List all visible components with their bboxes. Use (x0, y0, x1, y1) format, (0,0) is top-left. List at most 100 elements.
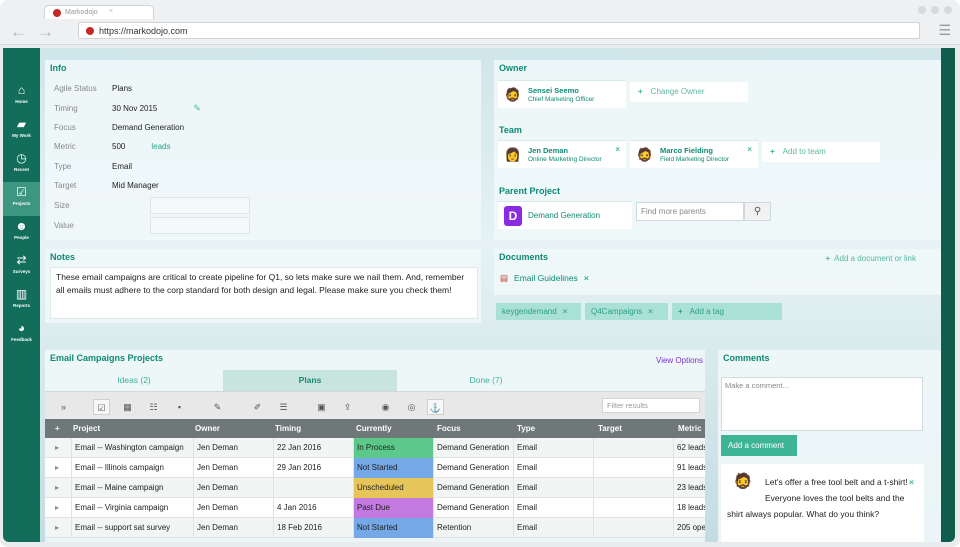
search-icon[interactable]: ⚲ (744, 202, 771, 221)
back-icon[interactable]: ← (10, 22, 27, 41)
tab-plans[interactable]: Plans (223, 370, 397, 391)
parent-project-card[interactable]: D Demand Generation (498, 201, 632, 229)
table-cell-timing[interactable]: 18 Feb 2016 (273, 518, 353, 538)
find-parents-input[interactable]: Find more parents (636, 202, 744, 221)
list-view-icon[interactable]: ☷ (145, 399, 162, 415)
metric-unit-link[interactable]: leads (151, 142, 170, 151)
sidebar-item-surveys[interactable]: ⇄ Surveys (3, 250, 40, 284)
table-cell-project[interactable]: Email -- Maine campaign (71, 478, 193, 498)
tab-ideas[interactable]: Ideas (2) (45, 370, 223, 391)
table-cell-owner[interactable]: Jen Deman (193, 438, 273, 458)
sidebar-item-my-work[interactable]: ▰ My Work (3, 114, 40, 148)
tag-item[interactable]: keygendemand × (496, 303, 581, 320)
table-cell-owner[interactable]: Jen Deman (193, 518, 273, 538)
table-cell-metric[interactable]: 91 leads (673, 458, 705, 478)
remove-member-icon[interactable]: × (747, 145, 752, 154)
maximize-icon[interactable] (931, 6, 939, 14)
table-cell-metric[interactable]: 205 opens (673, 518, 705, 538)
add-to-team-button[interactable]: + Add to team (762, 142, 880, 162)
table-cell-target[interactable] (593, 478, 673, 498)
remove-tag-icon[interactable]: × (563, 307, 568, 316)
edit-icon[interactable]: ✎ (209, 399, 226, 415)
list-icon[interactable]: ☰ (275, 399, 292, 415)
team-member-card[interactable]: 🧔 Marco Fielding Field Marketing Directo… (630, 140, 758, 168)
delete-comment-icon[interactable]: × (909, 474, 914, 490)
comment-input[interactable]: Make a comment... (721, 377, 923, 431)
table-cell-currently[interactable]: Not Started (353, 458, 433, 478)
sidebar-item-projects[interactable]: ☑ Projects (3, 182, 40, 216)
column-header-timing[interactable]: Timing (275, 424, 301, 433)
table-cell-target[interactable] (593, 458, 673, 478)
size-field[interactable] (150, 197, 250, 214)
table-cell-owner[interactable]: Jen Deman (193, 478, 273, 498)
table-cell-type[interactable]: Email (513, 518, 593, 538)
table-cell-currently[interactable]: Unscheduled (353, 478, 433, 498)
expand-row-icon[interactable]: ▸ (55, 463, 59, 472)
table-cell-focus[interactable]: Demand Generation (433, 478, 513, 498)
table-cell-currently[interactable]: Past Due (353, 498, 433, 518)
table-cell-target[interactable] (593, 518, 673, 538)
table-cell-currently[interactable]: Not Started (353, 518, 433, 538)
view-options-link[interactable]: View Options (656, 356, 703, 365)
table-cell-focus[interactable]: Retention (433, 518, 513, 538)
table-row[interactable]: ▸ Email -- Virginia campaign Jen Deman 4 Ja… (45, 498, 705, 518)
remove-tag-icon[interactable]: × (648, 307, 653, 316)
table-cell-project[interactable]: Email -- Virginia campaign (71, 498, 193, 518)
sidebar-item-home[interactable]: ⌂ Home (3, 80, 40, 114)
anchor-icon[interactable]: ⚓ (427, 399, 444, 415)
browser-menu-icon[interactable]: ☰ (938, 22, 951, 39)
table-row[interactable]: ▸ Email -- Illinois campaign Jen Deman 29 J… (45, 458, 705, 478)
expand-row-icon[interactable]: ▸ (55, 483, 59, 492)
column-header-type[interactable]: Type (517, 424, 535, 433)
document-item[interactable]: ▤ Email Guidelines × (500, 273, 589, 284)
table-cell-project[interactable]: Email -- Illinois campaign (71, 458, 193, 478)
table-cell-focus[interactable]: Demand Generation (433, 498, 513, 518)
sidebar-item-reports[interactable]: ▥ Reports (3, 284, 40, 318)
remove-document-icon[interactable]: × (584, 273, 589, 283)
table-cell-target[interactable] (593, 438, 673, 458)
table-cell-project[interactable]: Email -- Washington campaign (71, 438, 193, 458)
add-comment-button[interactable]: Add a comment (721, 435, 797, 456)
table-cell-owner[interactable]: Jen Deman (193, 498, 273, 518)
show-icon[interactable]: ◉ (377, 399, 394, 415)
table-cell-owner[interactable]: Jen Deman (193, 458, 273, 478)
table-cell-metric[interactable]: 18 leads (673, 498, 705, 518)
table-cell-project[interactable]: Email -- support sat survey (71, 518, 193, 538)
address-bar[interactable]: https://markodojo.com (78, 22, 920, 39)
table-cell-timing[interactable] (273, 478, 353, 498)
grid-view-icon[interactable]: ▦ (119, 399, 136, 415)
team-member-card[interactable]: 👩 Jen Deman Online Marketing Director × (498, 140, 626, 168)
tile-view-icon[interactable]: ▪ (171, 399, 188, 415)
expand-row-icon[interactable]: ▸ (55, 443, 59, 452)
change-owner-button[interactable]: + Change Owner (630, 82, 748, 102)
forward-icon[interactable]: → (37, 22, 54, 41)
expand-icon[interactable]: » (55, 399, 72, 415)
table-cell-type[interactable]: Email (513, 438, 593, 458)
tab-done[interactable]: Done (7) (397, 370, 575, 391)
table-cell-target[interactable] (593, 498, 673, 518)
add-row-icon[interactable]: + (55, 424, 60, 433)
column-header-project[interactable]: Project (73, 424, 100, 433)
table-row[interactable]: ▸ Email -- Washington campaign Jen Deman 22… (45, 438, 705, 458)
table-cell-currently[interactable]: In Process (353, 438, 433, 458)
table-cell-timing[interactable]: 22 Jan 2016 (273, 438, 353, 458)
table-cell-type[interactable]: Email (513, 478, 593, 498)
sidebar-item-recent[interactable]: ◷ Recent (3, 148, 40, 182)
notes-textarea[interactable]: These email campaigns are critical to cr… (50, 267, 478, 319)
table-cell-metric[interactable]: 62 leads (673, 438, 705, 458)
table-cell-focus[interactable]: Demand Generation (433, 458, 513, 478)
table-cell-focus[interactable]: Demand Generation (433, 438, 513, 458)
brush-icon[interactable]: ✐ (249, 399, 266, 415)
browser-tab[interactable]: Markodojo × (44, 5, 154, 19)
column-header-currently[interactable]: Currently (356, 424, 392, 433)
column-header-target[interactable]: Target (598, 424, 622, 433)
close-window-icon[interactable] (944, 6, 952, 14)
table-row[interactable]: ▸ Email -- support sat survey Jen Deman 18 … (45, 518, 705, 538)
expand-row-icon[interactable]: ▸ (55, 523, 59, 532)
table-cell-type[interactable]: Email (513, 498, 593, 518)
export-icon[interactable]: ⇪ (339, 399, 356, 415)
save-icon[interactable]: ▣ (313, 399, 330, 415)
owner-card[interactable]: 🧔 Sensei Seemo Chief Marketing Officer (498, 80, 626, 108)
check-view-icon[interactable]: ☑ (93, 399, 110, 415)
minimize-icon[interactable] (918, 6, 926, 14)
